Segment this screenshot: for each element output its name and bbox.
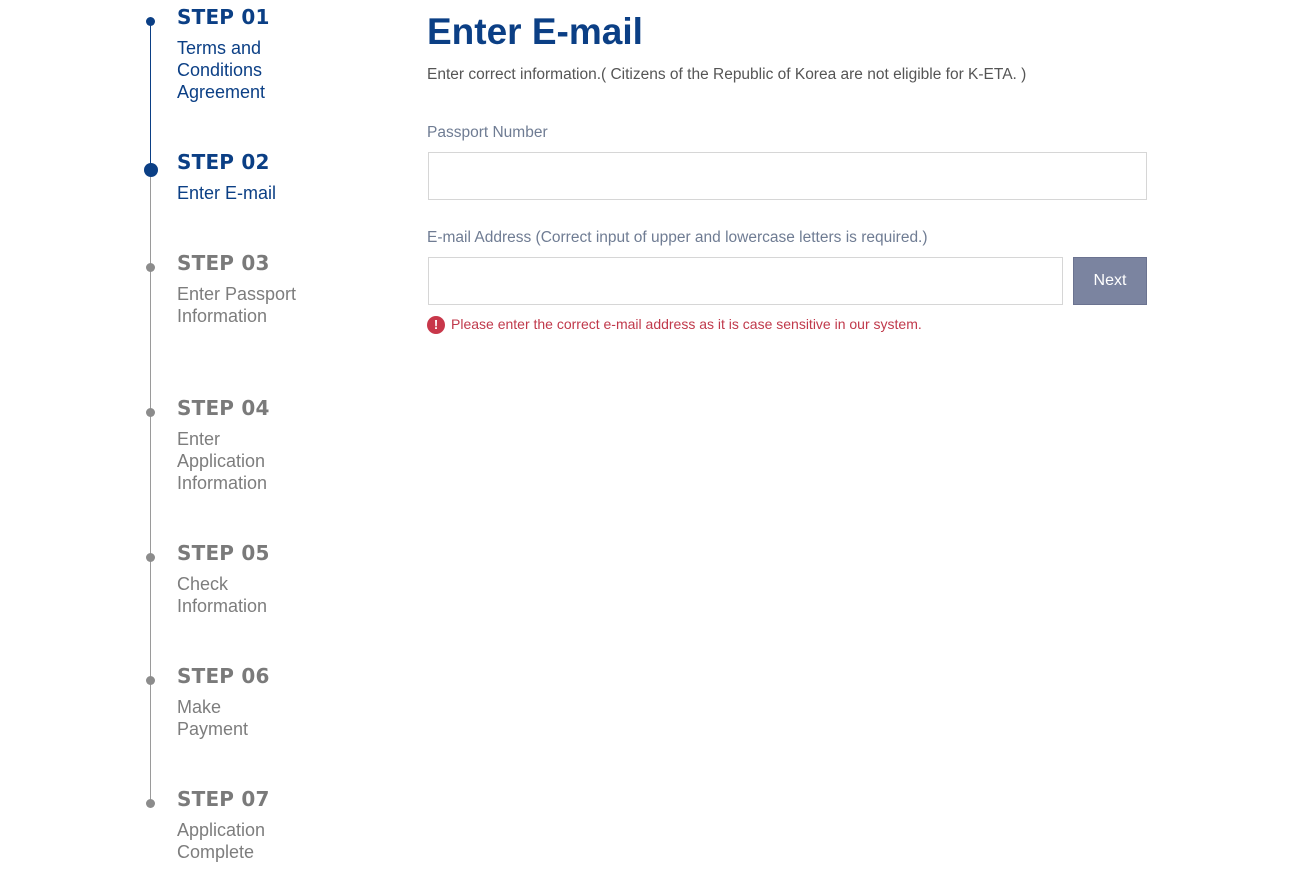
step-label: Terms and Conditions Agreement (177, 38, 266, 102)
step-dot-current (144, 163, 158, 177)
step-label: Enter Passport Information (177, 284, 297, 326)
step-dot-completed (146, 17, 155, 26)
step-number: STEP 03 (177, 251, 270, 275)
email-address-input[interactable] (428, 257, 1063, 305)
next-button[interactable]: Next (1073, 257, 1147, 305)
passport-number-label: Passport Number (427, 124, 548, 141)
step-number: STEP 07 (177, 787, 270, 811)
step-label: Enter Application Information (177, 429, 268, 493)
stepper-track-completed (150, 22, 151, 170)
step-number: STEP 04 (177, 396, 270, 420)
step-dot-pending (146, 676, 155, 685)
application-stepper: STEP 01 Terms and Conditions Agreement S… (0, 0, 400, 875)
step-label: Check Information (177, 574, 268, 616)
step-number: STEP 06 (177, 664, 270, 688)
page-title: Enter E-mail (427, 11, 643, 52)
step-number: STEP 01 (177, 5, 270, 29)
intro-text: Enter correct information.( Citizens of … (427, 66, 1027, 83)
step-label: Make Payment (177, 697, 249, 739)
step-dot-pending (146, 263, 155, 272)
step-dot-pending (146, 799, 155, 808)
page: STEP 01 Terms and Conditions Agreement S… (0, 0, 1311, 875)
step-number: STEP 05 (177, 541, 270, 565)
step-dot-pending (146, 408, 155, 417)
step-label: Enter E-mail (177, 183, 277, 203)
email-address-label: E-mail Address (Correct input of upper a… (427, 229, 928, 246)
error-text: Please enter the correct e-mail address … (451, 316, 922, 332)
step-dot-pending (146, 553, 155, 562)
exclamation-circle-icon: ! (427, 316, 445, 334)
step-label: Application Complete (177, 820, 266, 862)
passport-number-input[interactable] (428, 152, 1147, 200)
step-number: STEP 02 (177, 150, 270, 174)
